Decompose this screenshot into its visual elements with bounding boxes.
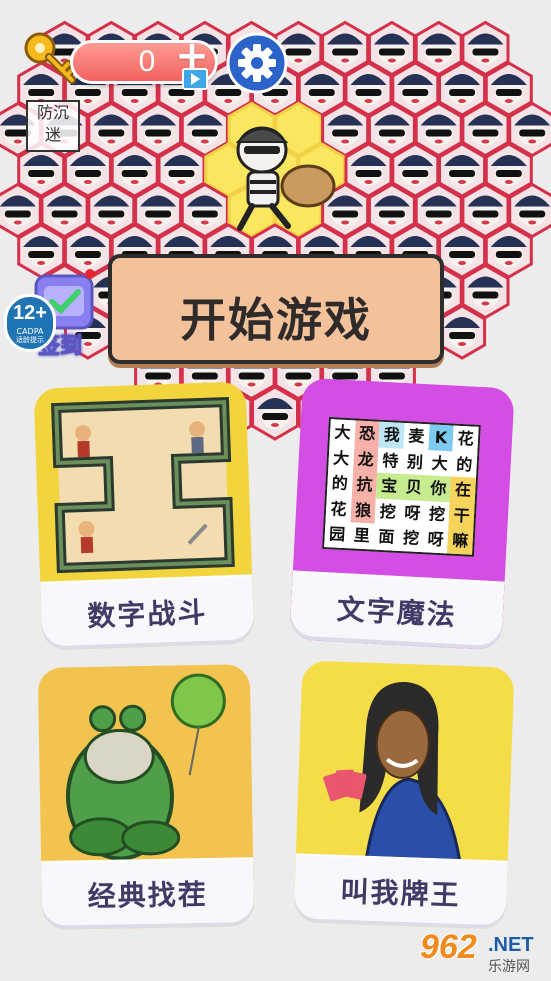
word-grid-cell: K (428, 424, 455, 452)
age-rating-badge: 12+ CADPA 适龄提示 (4, 294, 56, 352)
age-org: CADPA (16, 327, 44, 336)
word-grid-cell: 园 (324, 521, 351, 549)
police-hex (251, 385, 299, 441)
maze-illustration (51, 396, 235, 574)
word-grid: 大恐我麦K花大龙特别大的的抗宝贝你在花狼挖呀挖干园里面挖呀嘛 (322, 417, 481, 557)
card-player-illustration (323, 681, 463, 868)
card-label-spot-difference: 经典找茬 (87, 877, 208, 914)
word-grid-cell: 花 (325, 495, 352, 523)
video-icon[interactable] (182, 68, 208, 90)
mode-card-number-battle[interactable]: 数字战斗 (33, 381, 255, 651)
word-grid-cell: 大 (329, 419, 356, 446)
mode-card-word-magic[interactable]: 大恐我麦K花大龙特别大的的抗宝贝你在花狼挖呀挖干园里面挖呀嘛 文字魔法 (289, 377, 515, 651)
word-grid-cell: 的 (326, 470, 353, 498)
word-grid-cell: 别 (402, 448, 429, 476)
gear-icon[interactable] (226, 32, 288, 94)
frog-illustration (65, 673, 226, 861)
start-game-button[interactable]: 开始游戏 (108, 254, 444, 364)
word-grid-cell: 干 (448, 502, 475, 530)
word-grid-cell: 呀 (399, 499, 426, 527)
word-grid-cell: 嘛 (447, 527, 474, 555)
word-grid-cell: 挖 (374, 498, 401, 526)
word-grid-cell: 挖 (424, 501, 451, 528)
watermark-number: 962 (420, 928, 477, 966)
mode-card-card-king[interactable]: 叫我牌王 (293, 660, 515, 930)
start-game-label: 开始游戏 (180, 293, 372, 347)
mode-card-spot-difference[interactable]: 经典找茬 (37, 664, 255, 930)
word-grid-cell: 抗 (351, 471, 378, 499)
police-hex (438, 304, 487, 360)
card-label-number-battle: 数字战斗 (86, 595, 208, 634)
word-grid-cell: 我 (378, 421, 405, 449)
word-grid-cell: 大 (328, 444, 355, 472)
word-grid-cell: 的 (451, 451, 478, 479)
watermark-net: .NET (488, 934, 534, 956)
word-grid-cell: 恐 (354, 420, 381, 448)
card-footer: 叫我牌王 (293, 853, 508, 930)
age-note: 适龄提示 (16, 336, 44, 344)
card-footer: 经典找茬 (41, 857, 255, 930)
anti-addiction-stamp: 防沉 迷 (26, 100, 80, 152)
word-grid-cell: 龙 (352, 445, 379, 473)
word-grid-cell: 花 (452, 425, 479, 453)
anti-addiction-line-1: 防沉 (36, 103, 69, 122)
word-grid-cell: 你 (425, 475, 452, 503)
watermark-site: 乐游网 (488, 959, 530, 975)
word-grid-cell: 宝 (376, 472, 403, 500)
top-bar: 0 + (22, 22, 542, 94)
anti-addiction-line-2: 迷 (44, 125, 61, 144)
word-grid-cell: 挖 (398, 525, 425, 553)
word-grid-cell: 呀 (422, 526, 449, 554)
card-label-word-magic: 文字魔法 (336, 592, 458, 632)
word-grid-cell: 狼 (350, 497, 377, 524)
word-grid-cell: 麦 (403, 423, 430, 450)
word-grid-cell: 特 (377, 447, 404, 475)
watermark-logo: 962 .NET 乐游网 (410, 928, 544, 975)
word-grid-cell: 贝 (400, 474, 427, 502)
word-grid-cell: 大 (426, 449, 453, 477)
card-footer: 数字战斗 (40, 574, 255, 651)
card-footer: 文字魔法 (289, 570, 505, 651)
age-rating: 12+ (13, 302, 47, 324)
word-grid-cell: 面 (373, 523, 400, 551)
word-grid-cell: 里 (348, 522, 375, 550)
card-label-card-king: 叫我牌王 (340, 874, 462, 913)
word-grid-cell: 在 (450, 476, 476, 504)
key-count: 0 (138, 45, 156, 78)
